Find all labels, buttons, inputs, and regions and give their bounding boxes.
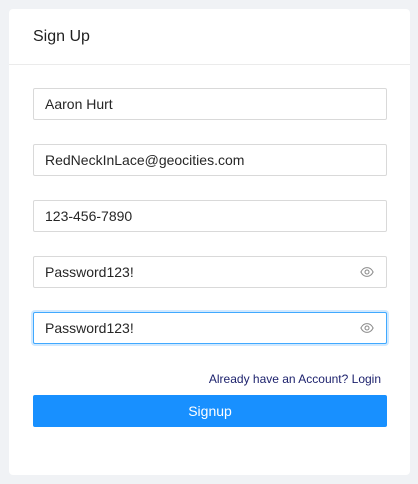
card-header: Sign Up [9, 9, 410, 65]
phone-value: 123-456-7890 [45, 208, 133, 224]
login-link-row: Already have an Account? Login [33, 372, 381, 386]
name-field[interactable]: Aaron Hurt [33, 88, 387, 120]
card-title: Sign Up [33, 27, 90, 45]
signup-card: Sign Up Aaron Hurt RedNeckInLace@geociti… [9, 9, 410, 475]
login-link[interactable]: Already have an Account? Login [209, 372, 381, 386]
password-field[interactable]: Password123! [33, 256, 387, 288]
email-field[interactable]: RedNeckInLace@geocities.com [33, 144, 387, 176]
eye-icon[interactable] [359, 264, 375, 280]
password-value: Password123! [45, 264, 134, 280]
confirm-password-value: Password123! [45, 320, 134, 336]
email-value: RedNeckInLace@geocities.com [45, 152, 245, 168]
phone-field[interactable]: 123-456-7890 [33, 200, 387, 232]
signup-button[interactable]: Signup [33, 395, 387, 427]
eye-icon[interactable] [359, 320, 375, 336]
name-value: Aaron Hurt [45, 96, 113, 112]
confirm-password-field[interactable]: Password123! [33, 312, 387, 344]
